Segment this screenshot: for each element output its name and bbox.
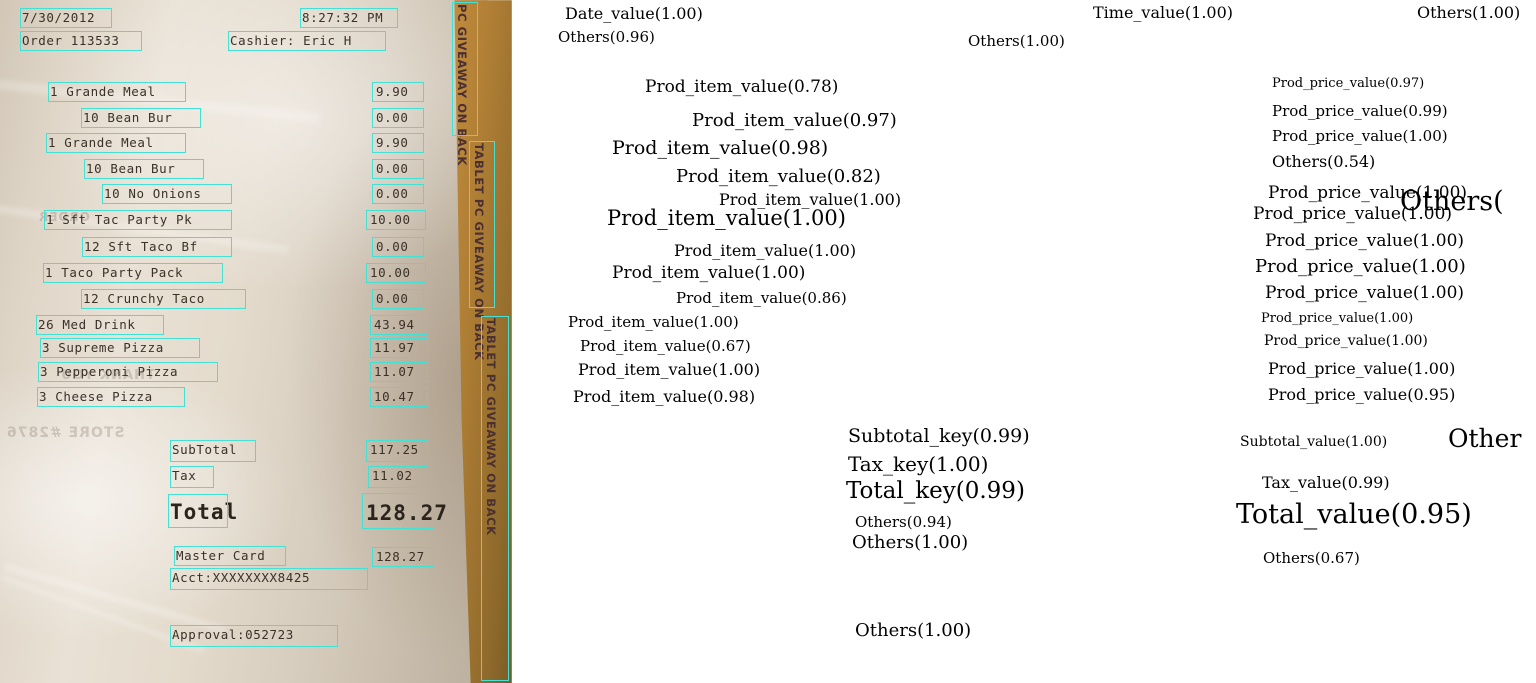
receipt-line-price: 10.00 bbox=[370, 265, 411, 280]
prediction-label: Prod_item_value(1.00) bbox=[578, 360, 761, 379]
receipt-line-item: 10 Bean Bur bbox=[86, 161, 176, 176]
receipt-line-price: 0.00 bbox=[376, 186, 409, 201]
receipt-payment-text: Approval:052723 bbox=[172, 627, 294, 642]
prediction-label: Prod_item_value(1.00) bbox=[568, 313, 739, 331]
prediction-label: Prod_price_value(0.95) bbox=[1268, 385, 1456, 404]
prediction-label: Prod_price_value(1.00) bbox=[1265, 231, 1465, 251]
prediction-label: Prod_price_value(1.00) bbox=[1253, 204, 1453, 224]
prediction-label: Prod_item_value(1.00) bbox=[674, 241, 857, 260]
receipt-total-key: SubTotal bbox=[172, 442, 238, 457]
receipt-line-item: 10 Bean Bur bbox=[83, 110, 173, 125]
receipt-line-price: 11.97 bbox=[374, 340, 415, 355]
receipt-promo-vertical-text: TABLET PC GIVEAWAY ON BACK bbox=[484, 318, 498, 536]
prediction-label: Prod_price_value(1.00) bbox=[1272, 127, 1448, 145]
showthrough-text: STORE #2876 bbox=[6, 425, 125, 441]
prediction-label: Prod_item_value(0.86) bbox=[676, 289, 847, 307]
receipt-line-price: 0.00 bbox=[376, 110, 409, 125]
prediction-label: Others(1.00) bbox=[855, 620, 972, 641]
receipt-line-item: 3 Supreme Pizza bbox=[42, 340, 164, 355]
receipt-payment-text: Acct:XXXXXXXX8425 bbox=[172, 570, 311, 585]
prediction-label: Others(0.94) bbox=[855, 513, 952, 531]
prediction-label: Subtotal_key(0.99) bbox=[848, 425, 1030, 447]
receipt-promo-vertical-text: TABLET PC GIVEAWAY ON BACK bbox=[472, 143, 486, 361]
prediction-label: Prod_price_value(1.00) bbox=[1264, 333, 1428, 349]
prediction-label: Tax_value(0.99) bbox=[1262, 473, 1390, 492]
prediction-label: Prod_price_value(0.99) bbox=[1272, 102, 1448, 120]
prediction-label: Prod_item_value(0.82) bbox=[676, 166, 881, 187]
receipt-header-text: Cashier: Eric H bbox=[230, 33, 352, 48]
receipt-header-text: 8:27:32 PM bbox=[302, 10, 384, 25]
receipt-line-price: 9.90 bbox=[376, 135, 409, 150]
prediction-label: Prod_item_value(0.97) bbox=[692, 110, 897, 131]
prediction-label: Total_key(0.99) bbox=[846, 478, 1025, 504]
prediction-label: Total_value(0.95) bbox=[1236, 499, 1472, 530]
prediction-label: Time_value(1.00) bbox=[1093, 3, 1234, 22]
receipt-line-price: 10.47 bbox=[374, 389, 415, 404]
receipt-line-price: 43.94 bbox=[374, 317, 415, 332]
prediction-label: Prod_item_value(1.00) bbox=[607, 206, 846, 230]
prediction-label: Other bbox=[1448, 424, 1522, 453]
receipt-line-price: 10.00 bbox=[370, 212, 411, 227]
receipt-line-price: 9.90 bbox=[376, 84, 409, 99]
receipt-line-price: 11.07 bbox=[374, 364, 415, 379]
prediction-label: Prod_price_value(1.00) bbox=[1255, 256, 1466, 277]
receipt-line-item: 1 Sft Tac Party Pk bbox=[46, 212, 193, 227]
receipt-line-price: 0.00 bbox=[376, 161, 409, 176]
prediction-label: Others(1.00) bbox=[968, 32, 1065, 50]
prediction-label: Others(0.96) bbox=[558, 28, 655, 46]
prediction-label: Others(0.54) bbox=[1272, 152, 1376, 171]
receipt-line-item: 10 No Onions bbox=[104, 186, 202, 201]
receipt-line-item: 12 Crunchy Taco bbox=[83, 291, 205, 306]
receipt-payment-text: Master Card bbox=[176, 548, 266, 563]
receipt-total-value: 128.27 bbox=[366, 501, 448, 525]
prediction-label: Others(0.67) bbox=[1263, 549, 1360, 567]
receipt-total-value: 11.02 bbox=[372, 468, 413, 483]
receipt-line-item: 12 Sft Taco Bf bbox=[84, 239, 198, 254]
prediction-label: Prod_item_value(1.00) bbox=[612, 263, 806, 283]
receipt-line-price: 0.00 bbox=[376, 291, 409, 306]
receipt-line-item: 3 Pepperoni Pizza bbox=[40, 364, 179, 379]
prediction-label: Prod_price_value(1.00) bbox=[1261, 311, 1414, 326]
receipt-line-item: 3 Cheese Pizza bbox=[39, 389, 153, 404]
prediction-label: Prod_price_value(0.97) bbox=[1272, 76, 1425, 91]
receipt-photo[interactable]: STORE #2876 THANK YOU ORDER 7/30/2012 8:2… bbox=[0, 0, 512, 683]
receipt-payment-text: 128.27 bbox=[376, 549, 425, 564]
prediction-label: Prod_item_value(0.78) bbox=[645, 77, 839, 97]
receipt-line-item: 26 Med Drink bbox=[38, 317, 136, 332]
prediction-label: Others(1.00) bbox=[1417, 3, 1521, 22]
receipt-line-item: 1 Grande Meal bbox=[48, 135, 154, 150]
receipt-total-value: 117.25 bbox=[370, 442, 419, 457]
receipt-line-item: 1 Grande Meal bbox=[50, 84, 156, 99]
prediction-label: Prod_price_value(1.00) bbox=[1265, 283, 1465, 303]
prediction-label: Others(1.00) bbox=[852, 532, 969, 553]
prediction-label: Tax_key(1.00) bbox=[848, 452, 989, 476]
receipt-line-price: 0.00 bbox=[376, 239, 409, 254]
receipt-total-key: Tax bbox=[172, 468, 197, 483]
prediction-label: Prod_price_value(1.00) bbox=[1268, 359, 1456, 378]
prediction-label: Date_value(1.00) bbox=[565, 4, 703, 23]
receipt-line-item: 1 Taco Party Pack bbox=[45, 265, 184, 280]
receipt-header-text: Order 113533 bbox=[22, 33, 120, 48]
receipt-promo-vertical-text: PC GIVEAWAY ON BACK bbox=[455, 4, 469, 166]
prediction-label: Prod_item_value(0.98) bbox=[573, 387, 756, 406]
prediction-label: Subtotal_value(1.00) bbox=[1240, 434, 1388, 450]
receipt-header-text: 7/30/2012 bbox=[22, 10, 96, 25]
receipt-total-key: Total bbox=[170, 500, 239, 524]
prediction-label: Prod_item_value(0.67) bbox=[580, 337, 751, 355]
prediction-label: Prod_item_value(0.98) bbox=[612, 137, 829, 159]
